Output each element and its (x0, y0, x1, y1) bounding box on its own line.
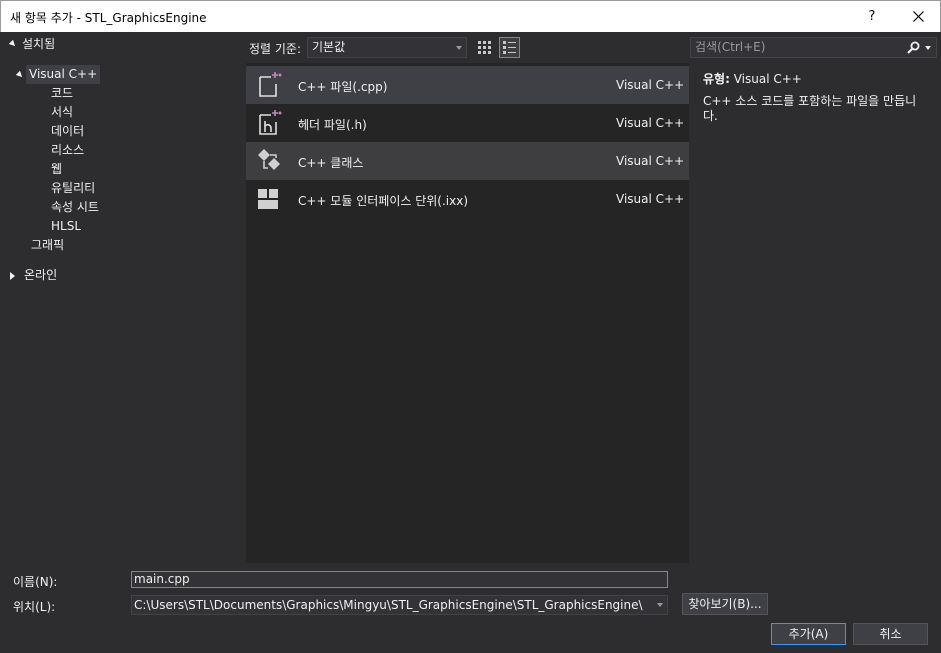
tree-node-property-sheet[interactable]: 속성 시트 (51, 198, 99, 217)
search-icon (907, 41, 920, 54)
chevron-down-icon (657, 603, 663, 607)
list-view-icon (503, 41, 516, 54)
tree-node-label: 온라인 (24, 268, 58, 282)
cpp-file-icon (259, 72, 282, 97)
help-button[interactable]: ? (849, 1, 895, 32)
name-label: 이름(N): (13, 575, 58, 589)
close-icon (912, 11, 924, 22)
template-name: C++ 클래스 (298, 156, 364, 170)
tree-node-utility[interactable]: 유틸리티 (51, 179, 95, 198)
type-value: Visual C++ (733, 72, 802, 86)
tree-node-code[interactable]: 코드 (51, 84, 73, 103)
tree-node-data[interactable]: 데이터 (51, 122, 84, 141)
template-language: Visual C++ (616, 154, 685, 168)
tree-node-hlsl[interactable]: HLSL (51, 217, 81, 236)
template-name: C++ 파일(.cpp) (298, 80, 388, 94)
tree-node-web[interactable]: 웹 (51, 160, 62, 179)
template-language: Visual C++ (616, 116, 685, 130)
sort-dropdown[interactable]: 기본값 (307, 37, 467, 58)
location-dropdown[interactable]: C:\Users\STL\Documents\Graphics\Mingyu\S… (131, 595, 668, 615)
tree-node-label: 설치됨 (22, 37, 56, 51)
window-title: 새 항목 추가 - STL_GraphicsEngine (10, 11, 207, 25)
tree-node-label: Visual C++ (26, 65, 101, 84)
sort-label: 정렬 기준: (249, 42, 302, 56)
search-options-chevron-icon (925, 46, 931, 50)
template-item-header-file[interactable]: 헤더 파일(.h) Visual C++ (246, 104, 689, 142)
cancel-button[interactable]: 취소 (853, 623, 928, 645)
tree-node-resource[interactable]: 리소스 (51, 141, 84, 160)
search-placeholder: 검색(Ctrl+E) (695, 40, 766, 54)
type-label: 유형: (703, 72, 730, 86)
template-language: Visual C++ (616, 192, 685, 206)
add-button[interactable]: 추가(A) (771, 623, 846, 645)
module-interface-icon (258, 189, 278, 209)
collapsed-caret-icon (10, 272, 15, 280)
sort-value: 기본값 (312, 40, 346, 54)
template-item-cpp-file[interactable]: C++ 파일(.cpp) Visual C++ (246, 66, 689, 104)
grid-view-button[interactable] (474, 37, 495, 58)
expanded-caret-icon (8, 39, 18, 49)
header-file-icon (259, 110, 282, 135)
location-value: C:\Users\STL\Documents\Graphics\Mingyu\S… (134, 598, 643, 612)
category-tree: 설치됨 Visual C++ 코드 서식 데이터 리소스 웹 유틸리티 속성 시… (0, 32, 244, 562)
name-value: main.cpp (134, 572, 190, 586)
tree-node-graphics[interactable]: 그래픽 (31, 236, 64, 255)
template-list: C++ 파일(.cpp) Visual C++ 헤더 파일(.h) Visual… (246, 63, 689, 563)
browse-button[interactable]: 찾아보기(B)... (682, 593, 768, 615)
cpp-class-icon (258, 149, 280, 170)
tree-node-format[interactable]: 서식 (51, 103, 73, 122)
template-item-cpp-class[interactable]: C++ 클래스 Visual C++ (246, 142, 689, 180)
template-description: C++ 소스 코드를 포함하는 파일을 만듭니다. (703, 94, 917, 123)
location-label: 위치(L): (13, 600, 56, 614)
search-input[interactable]: 검색(Ctrl+E) (690, 37, 937, 58)
template-item-cpp-module[interactable]: C++ 모듈 인터페이스 단위(.ixx) Visual C++ (246, 180, 689, 218)
template-type-row: 유형: Visual C++ (703, 70, 802, 87)
close-button[interactable] (895, 1, 941, 32)
expanded-caret-icon (15, 70, 25, 80)
title-bar: 새 항목 추가 - STL_GraphicsEngine ? (0, 0, 941, 32)
name-field[interactable]: main.cpp (131, 571, 668, 588)
grid-view-icon (478, 41, 491, 54)
chevron-down-icon (456, 46, 462, 50)
template-language: Visual C++ (616, 78, 685, 92)
list-view-button[interactable] (499, 37, 520, 58)
template-name: 헤더 파일(.h) (298, 118, 367, 132)
template-name: C++ 모듈 인터페이스 단위(.ixx) (298, 194, 469, 208)
